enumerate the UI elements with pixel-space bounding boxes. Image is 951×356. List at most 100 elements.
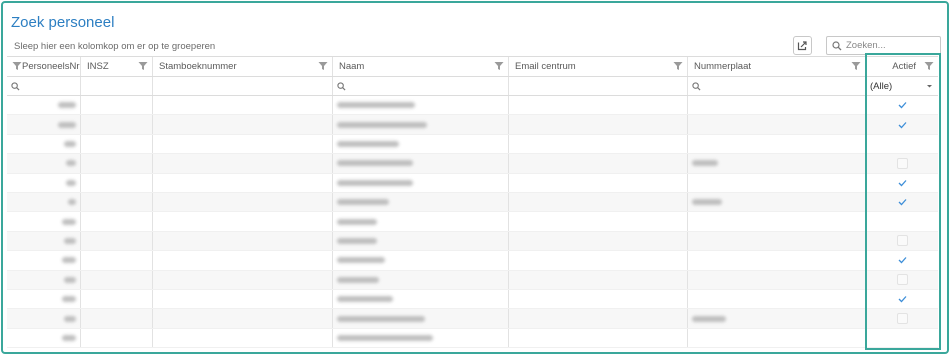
cell-nummerplaat xyxy=(688,134,866,154)
cell-stamboeknummer xyxy=(153,290,333,309)
cell-personeelsnr xyxy=(7,290,81,309)
cell-stamboeknummer xyxy=(153,328,333,348)
cell-email xyxy=(509,96,688,115)
table-row[interactable] xyxy=(7,290,938,310)
column-header-label: Stamboeknummer xyxy=(159,61,237,72)
cell-insz xyxy=(81,270,153,289)
export-icon xyxy=(797,41,807,51)
column-header-naam[interactable]: Naam xyxy=(333,57,509,76)
actief-filter-value: (Alle) xyxy=(870,80,893,92)
table-row[interactable] xyxy=(7,270,938,290)
filter-input-nummerplaat[interactable] xyxy=(688,77,866,95)
filter-icon[interactable] xyxy=(673,61,683,71)
table-row[interactable] xyxy=(7,309,938,329)
cell-stamboeknummer xyxy=(153,270,333,289)
filter-input-stamboeknummer[interactable] xyxy=(153,77,333,95)
cell-actief xyxy=(866,212,938,230)
table-row[interactable] xyxy=(7,231,938,252)
group-panel-hint[interactable]: Sleep hier een kolomkop om er op te groe… xyxy=(14,41,215,52)
redacted-value xyxy=(62,296,76,303)
cell-stamboeknummer xyxy=(153,231,333,251)
cell-email xyxy=(509,290,688,309)
cell-stamboeknummer xyxy=(153,309,333,328)
page-title: Zoek personeel xyxy=(11,14,115,31)
cell-stamboeknummer xyxy=(153,134,333,154)
cell-personeelsnr xyxy=(7,96,81,115)
filter-icon[interactable] xyxy=(12,61,22,71)
cell-personeelsnr xyxy=(7,309,81,328)
filter-icon[interactable] xyxy=(318,61,328,71)
redacted-value xyxy=(337,102,415,109)
filter-icon[interactable] xyxy=(138,61,148,71)
cell-insz xyxy=(81,134,153,154)
cell-insz xyxy=(81,309,153,328)
cell-email xyxy=(509,115,688,134)
actief-filter-select[interactable]: (Alle) xyxy=(866,77,938,95)
redacted-value xyxy=(64,276,76,283)
check-icon xyxy=(898,296,906,303)
table-row[interactable] xyxy=(7,251,938,271)
cell-insz xyxy=(81,173,153,192)
filter-input-insz[interactable] xyxy=(81,77,153,95)
column-header-personeelsnr[interactable]: PersoneelsNr xyxy=(7,57,81,76)
filter-icon[interactable] xyxy=(924,61,934,71)
cell-insz xyxy=(81,290,153,309)
cell-naam xyxy=(333,328,509,348)
filter-input-personeelsnr[interactable] xyxy=(7,77,81,95)
personnel-grid: PersoneelsNr INSZ Stamboeknummer Naam Email … xyxy=(7,56,938,351)
column-header-label: PersoneelsNr xyxy=(22,61,80,72)
cell-insz xyxy=(81,328,153,348)
cell-email xyxy=(509,231,688,251)
table-row[interactable] xyxy=(7,96,938,116)
filter-input-naam[interactable] xyxy=(333,77,509,95)
redacted-value xyxy=(64,315,76,322)
cell-nummerplaat xyxy=(688,173,866,192)
table-row[interactable] xyxy=(7,115,938,135)
redacted-value xyxy=(337,218,377,225)
cell-actief xyxy=(866,96,938,114)
column-header-insz[interactable]: INSZ xyxy=(81,57,153,76)
filter-input-email[interactable] xyxy=(509,77,688,95)
cell-email xyxy=(509,328,688,348)
cell-actief xyxy=(866,290,938,308)
redacted-value xyxy=(337,315,425,322)
export-button[interactable] xyxy=(793,36,812,55)
filter-icon[interactable] xyxy=(494,61,504,71)
cell-naam xyxy=(333,96,509,115)
filter-icon[interactable] xyxy=(851,61,861,71)
cell-stamboeknummer xyxy=(153,154,333,173)
redacted-value xyxy=(337,140,399,147)
column-header-email[interactable]: Email centrum xyxy=(509,57,688,76)
check-icon xyxy=(898,257,906,264)
redacted-value xyxy=(66,179,76,186)
cell-naam xyxy=(333,270,509,289)
cell-stamboeknummer xyxy=(153,193,333,212)
redacted-value xyxy=(62,218,76,225)
table-row[interactable] xyxy=(7,173,938,193)
redacted-value xyxy=(66,160,76,167)
table-row[interactable] xyxy=(7,328,938,349)
table-row[interactable] xyxy=(7,212,938,232)
grid-search-box[interactable] xyxy=(826,36,941,55)
cell-naam xyxy=(333,193,509,212)
cell-email xyxy=(509,134,688,154)
cell-naam xyxy=(333,231,509,251)
table-row[interactable] xyxy=(7,193,938,213)
chevron-down-icon xyxy=(927,84,932,87)
cell-personeelsnr xyxy=(7,328,81,348)
redacted-value xyxy=(58,102,76,109)
cell-stamboeknummer xyxy=(153,115,333,134)
cell-email xyxy=(509,212,688,231)
table-row[interactable] xyxy=(7,134,938,155)
cell-insz xyxy=(81,231,153,251)
table-row[interactable] xyxy=(7,154,938,174)
column-header-actief[interactable]: Actief xyxy=(866,57,938,76)
redacted-value xyxy=(337,237,377,244)
column-header-stamboeknummer[interactable]: Stamboeknummer xyxy=(153,57,333,76)
column-header-nummerplaat[interactable]: Nummerplaat xyxy=(688,57,866,76)
cell-actief xyxy=(866,154,938,172)
cell-nummerplaat xyxy=(688,309,866,328)
redacted-value xyxy=(337,296,393,303)
cell-actief xyxy=(866,309,938,327)
grid-search-input[interactable] xyxy=(846,40,936,51)
